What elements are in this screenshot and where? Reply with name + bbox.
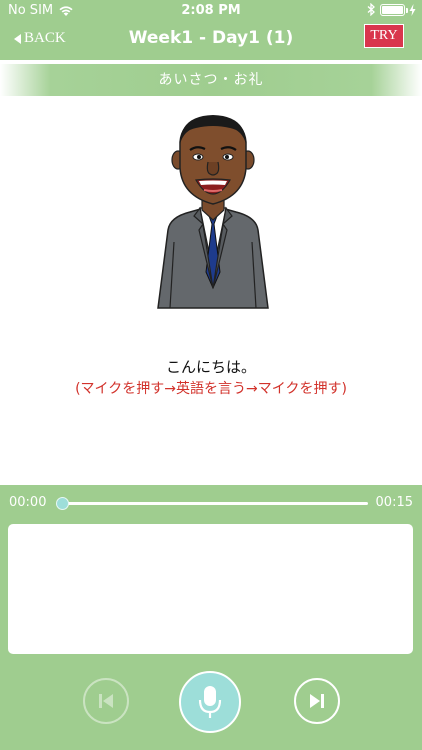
nav-bar: BACK Week1 - Day1 (1) TRY [0,22,422,60]
category-label: あいさつ・お礼 [158,72,264,88]
progress-slider[interactable] [56,497,368,510]
try-button[interactable]: TRY [364,24,404,48]
total-time-label: 00:15 [375,495,413,510]
skip-previous-icon [99,694,113,708]
battery-icon [380,3,408,16]
microphone-icon [198,686,222,718]
phrase-text: こんにちは。 [165,358,256,376]
page-title: Week1 - Day1 (1) [128,28,294,48]
player-panel: 00:00 00:15 [0,485,422,750]
microphone-button[interactable] [179,671,241,733]
progress-thumb[interactable] [56,497,69,510]
bluetooth-icon [367,3,375,16]
category-header: あいさつ・お礼 [0,64,422,96]
charging-bolt-icon [409,3,416,16]
status-time: 2:08 PM [181,3,241,18]
status-right [367,3,416,16]
instruction-text: (マイクを押す→英語を言う→マイクを押す) [75,381,347,397]
current-time-label: 00:00 [9,495,47,510]
transcript-box[interactable] [8,524,413,654]
skip-next-icon [310,694,324,708]
businessman-illustration [157,115,269,309]
previous-button[interactable] [83,678,129,724]
next-button[interactable] [294,678,340,724]
status-bar: No SIM 2:08 PM [0,0,422,22]
